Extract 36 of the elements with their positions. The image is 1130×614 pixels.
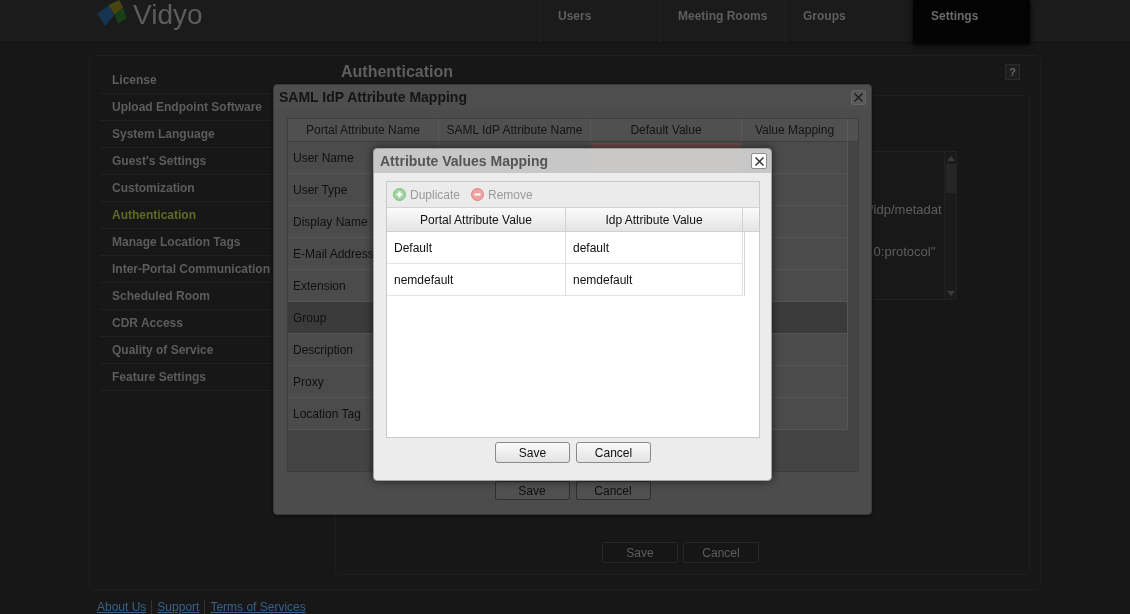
nav-tab[interactable]: Settings bbox=[913, 0, 1030, 43]
footer-link[interactable]: Terms of Services bbox=[204, 600, 306, 614]
close-icon bbox=[854, 92, 863, 102]
table-cell: nemdefault bbox=[387, 264, 566, 296]
scroll-down-arrow-icon[interactable] bbox=[946, 291, 955, 296]
footer-link[interactable]: Support bbox=[151, 600, 200, 614]
minus-circle-icon bbox=[471, 188, 485, 201]
save-button[interactable]: Save bbox=[494, 481, 570, 500]
save-button[interactable]: Save bbox=[495, 442, 570, 463]
metadata-text: .0:protocol" bbox=[870, 245, 937, 259]
close-button[interactable] bbox=[751, 153, 767, 169]
close-icon bbox=[754, 156, 764, 166]
column-header: Default Value bbox=[591, 119, 742, 141]
column-header: Portal Attribute Value bbox=[387, 208, 566, 231]
column-header: Value Mapping bbox=[742, 119, 848, 141]
cancel-button[interactable]: Cancel bbox=[576, 442, 651, 463]
nav-tab[interactable]: Users bbox=[540, 0, 660, 43]
column-header: SAML IdP Attribute Name bbox=[439, 119, 591, 141]
table-cell: default bbox=[566, 232, 743, 264]
logo-icon bbox=[97, 0, 127, 26]
nav-tab[interactable]: Meeting Rooms bbox=[660, 0, 785, 43]
footer-link[interactable]: About Us bbox=[97, 600, 147, 614]
plus-circle-icon bbox=[393, 188, 406, 201]
help-button[interactable]: ? bbox=[1005, 64, 1020, 80]
cancel-button[interactable]: Cancel bbox=[683, 542, 759, 563]
save-button[interactable]: Save bbox=[602, 542, 678, 563]
table-cell: nemdefault bbox=[566, 264, 743, 296]
scrollbar[interactable] bbox=[944, 152, 956, 299]
column-header: Idp Attribute Value bbox=[566, 208, 743, 231]
page-title: Authentication bbox=[340, 64, 453, 80]
table-cell: Default bbox=[387, 232, 566, 264]
logo-text: Vidyo bbox=[133, 0, 203, 30]
scroll-up-arrow-icon[interactable] bbox=[946, 156, 955, 161]
column-header: Portal Attribute Name bbox=[288, 119, 439, 141]
metadata-text: /idp/metadat bbox=[870, 203, 943, 217]
cancel-button[interactable]: Cancel bbox=[575, 481, 651, 500]
